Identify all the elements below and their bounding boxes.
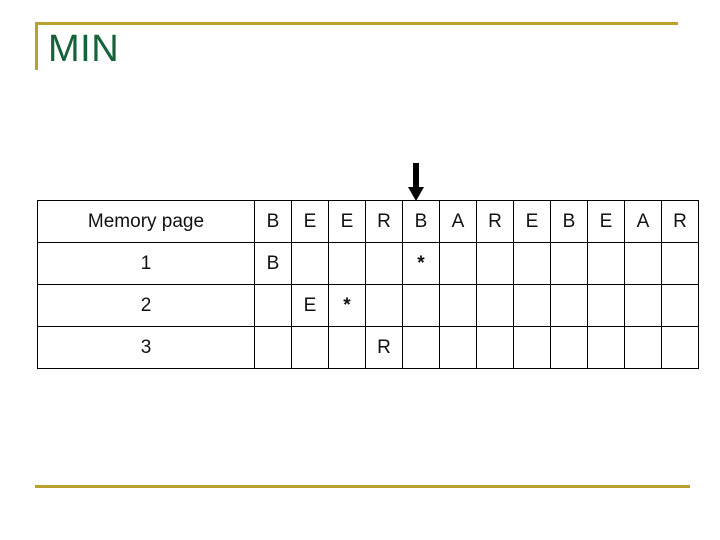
header-ref-cell-7: E	[513, 200, 551, 243]
row-label-3: 3	[37, 326, 255, 369]
page-title: MIN	[48, 28, 120, 70]
row-3-cell-3: R	[365, 326, 403, 369]
row-1-cell-3	[365, 242, 403, 285]
row-1-cell-6	[476, 242, 514, 285]
bottom-rule	[35, 485, 690, 488]
row-3-cell-6	[476, 326, 514, 369]
row-label-1: 1	[37, 242, 255, 285]
row-1-cell-10	[624, 242, 662, 285]
down-arrow-icon	[405, 163, 427, 201]
row-3-cell-2	[328, 326, 366, 369]
header-ref-cell-2: E	[328, 200, 366, 243]
row-1-cell-5	[439, 242, 477, 285]
row-3-cell-8	[550, 326, 588, 369]
row-1-cell-1	[291, 242, 329, 285]
row-2-cell-9	[587, 284, 625, 327]
row-1-cell-9	[587, 242, 625, 285]
row-3-cell-4	[402, 326, 440, 369]
row-2-cell-10	[624, 284, 662, 327]
row-2-cell-6	[476, 284, 514, 327]
row-2-cell-3	[365, 284, 403, 327]
row-2-cell-8	[550, 284, 588, 327]
title-top-rule	[35, 22, 678, 25]
table-row: 1 B *	[37, 242, 699, 285]
row-2-cell-1: E	[291, 284, 329, 327]
row-2-cell-0	[254, 284, 292, 327]
table-row: 3 R	[37, 326, 699, 369]
header-ref-cell-5: A	[439, 200, 477, 243]
row-label-2: 2	[37, 284, 255, 327]
header-ref-cell-0: B	[254, 200, 292, 243]
header-ref-cell-10: A	[624, 200, 662, 243]
table-row: 2 E *	[37, 284, 699, 327]
row-1-cell-7	[513, 242, 551, 285]
row-1-cell-8	[550, 242, 588, 285]
header-ref-cell-1: E	[291, 200, 329, 243]
memory-page-table: Memory page B E E R B A R E B E A R 1 B	[37, 200, 699, 369]
row-1-cell-0: B	[254, 242, 292, 285]
row-3-cell-9	[587, 326, 625, 369]
row-3-cell-1	[291, 326, 329, 369]
header-ref-cell-9: E	[587, 200, 625, 243]
row-3-cell-11	[661, 326, 699, 369]
table-header-row: Memory page B E E R B A R E B E A R	[37, 200, 699, 243]
row-1-cell-2	[328, 242, 366, 285]
row-3-cell-5	[439, 326, 477, 369]
header-ref-cell-4: B	[402, 200, 440, 243]
row-3-cell-7	[513, 326, 551, 369]
title-left-rule	[35, 22, 38, 70]
row-2-cell-2: *	[328, 284, 366, 327]
slide: MIN Memory page B E E R B A R E B E A R	[0, 0, 720, 540]
row-3-cell-10	[624, 326, 662, 369]
header-ref-cell-8: B	[550, 200, 588, 243]
row-1-cell-11	[661, 242, 699, 285]
row-2-cell-7	[513, 284, 551, 327]
row-2-cell-5	[439, 284, 477, 327]
table-body: Memory page B E E R B A R E B E A R 1 B	[37, 200, 699, 369]
header-label-cell: Memory page	[37, 200, 255, 243]
row-2-cell-11	[661, 284, 699, 327]
header-ref-cell-6: R	[476, 200, 514, 243]
row-3-cell-0	[254, 326, 292, 369]
row-2-cell-4	[402, 284, 440, 327]
row-1-cell-4: *	[402, 242, 440, 285]
header-ref-cell-3: R	[365, 200, 403, 243]
header-ref-cell-11: R	[661, 200, 699, 243]
